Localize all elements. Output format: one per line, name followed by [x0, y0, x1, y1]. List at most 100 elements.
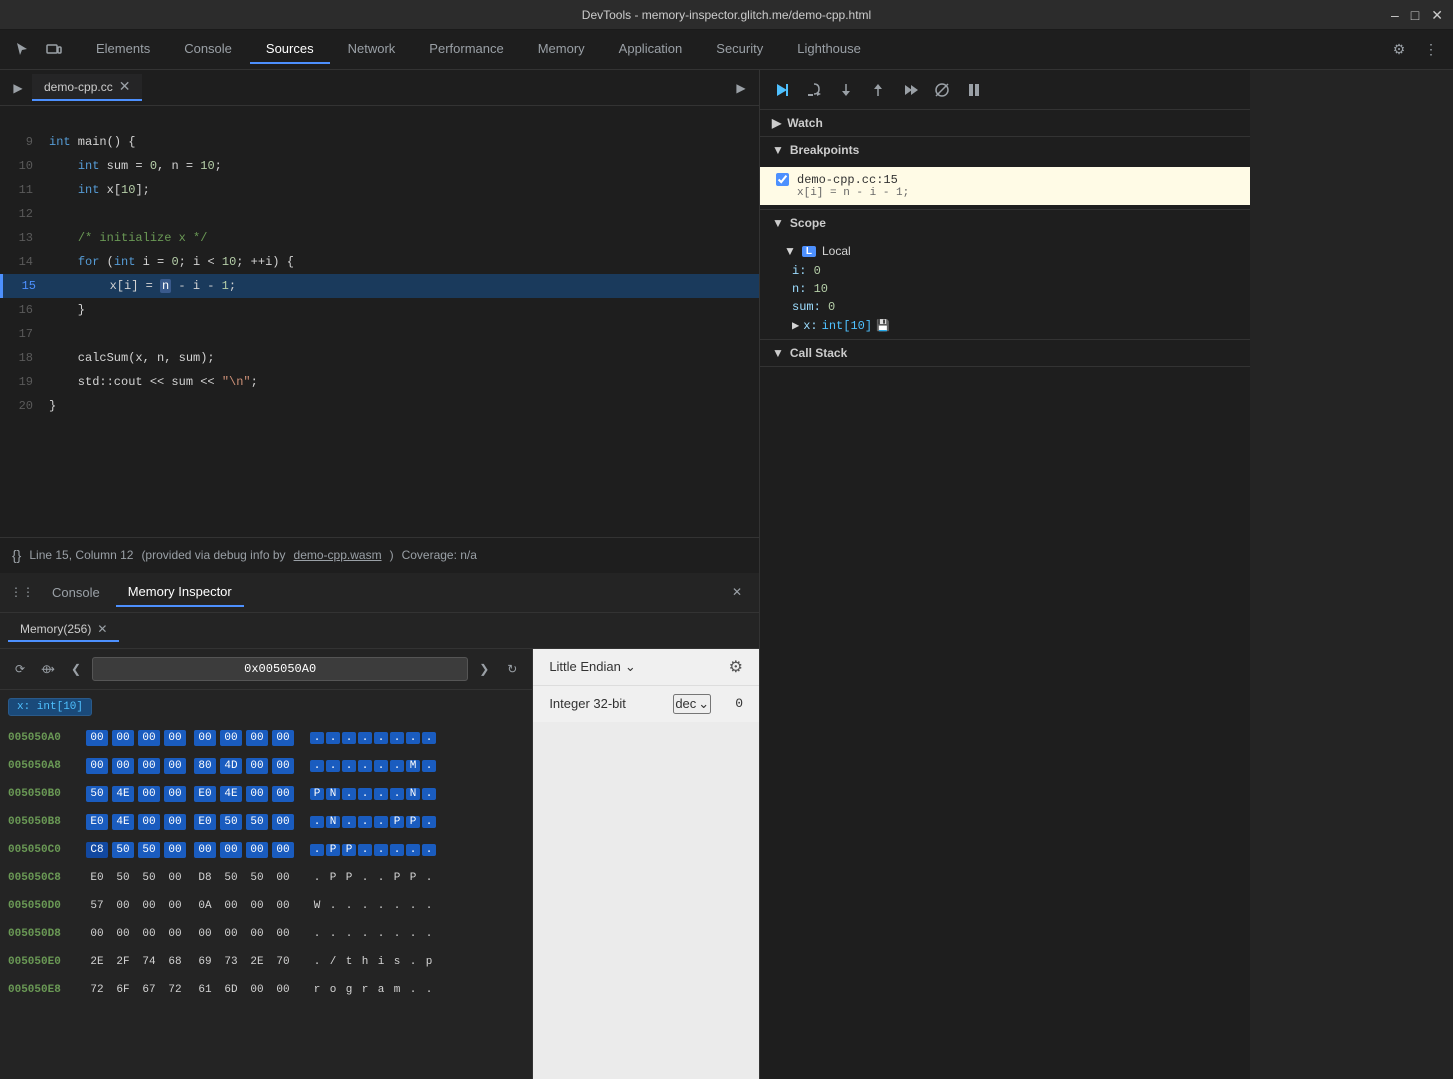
breakpoint-item: demo-cpp.cc:15 x[i] = n - i - 1; — [760, 167, 1250, 205]
scope-content: ▼ L Local i: 0 n: 10 s — [760, 236, 1250, 339]
mem-bytes-right-4: 00 00 00 00 — [194, 842, 294, 858]
format-select[interactable]: dec ⌄ — [673, 694, 711, 714]
wasm-link[interactable]: demo-cpp.wasm — [294, 548, 382, 562]
restore-button[interactable]: □ — [1411, 7, 1419, 23]
tab-security[interactable]: Security — [700, 35, 779, 64]
mem-row-3: 005050B8 E0 4E 00 00 E0 50 50 — [0, 808, 532, 836]
memory-settings-icon[interactable]: ⚙ — [729, 657, 743, 677]
x-expand-icon[interactable]: ▶ — [792, 318, 799, 333]
variable-badge[interactable]: x: int[10] — [8, 698, 92, 716]
step-into-button[interactable] — [832, 76, 860, 104]
deactivate-button[interactable] — [928, 76, 956, 104]
source-tab-close[interactable]: ✕ — [119, 78, 131, 95]
tab-console[interactable]: Console — [168, 35, 248, 64]
step-over-button[interactable] — [800, 76, 828, 104]
breakpoint-checkbox[interactable] — [776, 173, 789, 186]
debugger-panel: ▶ Watch ▼ Breakpoints demo-cpp.cc — [760, 110, 1250, 1079]
code-line-13: 13 /* initialize x */ — [0, 226, 759, 250]
mem-chars-4: . P P . . . . . — [310, 844, 436, 856]
step-out-button[interactable] — [864, 76, 892, 104]
mem-chars-0: . . . . . . . . — [310, 732, 436, 744]
tab-memory-inspector[interactable]: Memory Inspector — [116, 578, 244, 607]
cursor-icon[interactable] — [8, 36, 36, 64]
code-line-9: 9 int main() { — [0, 130, 759, 154]
left-panel: ▶ demo-cpp.cc ✕ ▶ 9 int main() { 1 — [0, 70, 760, 1079]
more-icon[interactable]: ⋮ — [1417, 36, 1445, 64]
right-panel: ▶ Watch ▼ Breakpoints demo-cpp.cc — [760, 70, 1250, 1079]
mem-row-5: 005050C8 E0 50 50 00 D8 50 50 — [0, 864, 532, 892]
source-tab-run[interactable]: ▶ — [727, 74, 755, 102]
device-toggle-icon[interactable] — [40, 36, 68, 64]
close-button[interactable]: ✕ — [1431, 7, 1443, 24]
tab-performance[interactable]: Performance — [413, 35, 519, 64]
resume-button[interactable] — [768, 76, 796, 104]
breakpoints-header[interactable]: ▼ Breakpoints — [760, 137, 1250, 163]
tab-lighthouse[interactable]: Lighthouse — [781, 35, 877, 64]
addr-back-button[interactable]: ⟳ — [8, 657, 32, 681]
code-line-18: 18 calcSum(x, n, sum); — [0, 346, 759, 370]
pause-button[interactable] — [960, 76, 988, 104]
tab-elements[interactable]: Elements — [80, 35, 166, 64]
tab-sources[interactable]: Sources — [250, 35, 330, 64]
scope-section: ▼ Scope ▼ L Local i: 0 — [760, 210, 1250, 340]
addr-prev-button[interactable]: ❮ — [64, 657, 88, 681]
mem-row-6: 005050D0 57 00 00 00 0A 00 00 — [0, 892, 532, 920]
call-stack-chevron-icon: ▼ — [772, 346, 784, 360]
mem-chars-2: P N . . . . N . — [310, 788, 436, 800]
minimize-button[interactable]: – — [1391, 7, 1399, 23]
source-panel-toggle[interactable]: ▶ — [4, 74, 32, 102]
memory-tab-256[interactable]: Memory(256) ✕ — [8, 618, 119, 642]
memory-tabs: Memory(256) ✕ — [0, 613, 759, 649]
mem-row-7: 005050D8 00 00 00 00 00 00 00 — [0, 920, 532, 948]
status-bar: {} Line 15, Column 12 (provided via debu… — [0, 537, 759, 573]
code-line-15: 15 x[i] = n - i - 1; — [0, 274, 759, 298]
endian-select[interactable]: Little Endian ⌄ — [549, 659, 635, 675]
mem-bytes-right-3: E0 50 50 00 — [194, 814, 294, 830]
address-input[interactable] — [92, 657, 468, 681]
mem-row-0: 005050A0 00 00 00 00 00 00 00 — [0, 724, 532, 752]
scope-local: ▼ L Local — [760, 240, 1250, 262]
close-paren: ) — [390, 548, 394, 562]
local-label: Local — [822, 244, 851, 258]
endian-label: Little Endian — [549, 659, 621, 674]
memory-icon[interactable]: 💾 — [876, 319, 890, 333]
settings-icon[interactable]: ⚙ — [1385, 36, 1413, 64]
tab-application[interactable]: Application — [603, 35, 699, 64]
endian-bar: Little Endian ⌄ ⚙ — [533, 649, 759, 686]
mem-bytes-left-3: E0 4E 00 00 — [86, 814, 186, 830]
code-line-19: 19 std::cout << sum << "\n"; — [0, 370, 759, 394]
scope-header[interactable]: ▼ Scope — [760, 210, 1250, 236]
nav-right-icons: ⚙ ⋮ — [1385, 36, 1445, 64]
address-bar: ⟳ ⟴ ❮ ❯ ↻ — [0, 649, 532, 690]
source-tab-demo-cpp[interactable]: demo-cpp.cc ✕ — [32, 74, 142, 101]
mem-bytes-left-0: 00 00 00 00 — [86, 730, 186, 746]
breakpoints-content: demo-cpp.cc:15 x[i] = n - i - 1; — [760, 163, 1250, 209]
bottom-panel-toggle[interactable]: ⋮⋮ — [8, 578, 36, 606]
memory-left-panel: ⟳ ⟴ ❮ ❯ ↻ x: int[10] — [0, 649, 533, 1079]
local-chevron-icon: ▼ — [784, 244, 796, 258]
bottom-panel-close[interactable]: ✕ — [723, 578, 751, 606]
tab-network[interactable]: Network — [332, 35, 412, 64]
watch-chevron-icon: ▶ — [772, 116, 781, 130]
tab-memory[interactable]: Memory — [522, 35, 601, 64]
memory-table: 005050A0 00 00 00 00 00 00 00 — [0, 724, 532, 1079]
format-label: dec — [675, 696, 696, 711]
code-editor: 9 int main() { 10 int sum = 0, n = 10; 1… — [0, 106, 759, 537]
scope-label: Scope — [790, 216, 826, 230]
titlebar-title: DevTools - memory-inspector.glitch.me/de… — [582, 8, 871, 22]
watch-section: ▶ Watch — [760, 110, 1250, 137]
step-button[interactable] — [896, 76, 924, 104]
call-stack-header[interactable]: ▼ Call Stack — [760, 340, 1250, 366]
scope-var-sum: sum: 0 — [760, 298, 1250, 316]
memory-tab-close[interactable]: ✕ — [97, 622, 107, 636]
mem-chars-3: . N . . . P P . — [310, 816, 436, 828]
watch-header[interactable]: ▶ Watch — [760, 110, 1250, 136]
mem-row-9: 005050E8 72 6F 67 72 61 6D 00 — [0, 976, 532, 1004]
tab-console-bottom[interactable]: Console — [40, 579, 112, 606]
format-chevron-icon: ⌄ — [698, 696, 709, 712]
type-row: Integer 32-bit dec ⌄ 0 — [533, 686, 759, 722]
code-line-11: 11 int x[10]; — [0, 178, 759, 202]
addr-refresh-button[interactable]: ↻ — [500, 657, 524, 681]
addr-next-button[interactable]: ❯ — [472, 657, 496, 681]
addr-forward-button[interactable]: ⟴ — [36, 657, 60, 681]
